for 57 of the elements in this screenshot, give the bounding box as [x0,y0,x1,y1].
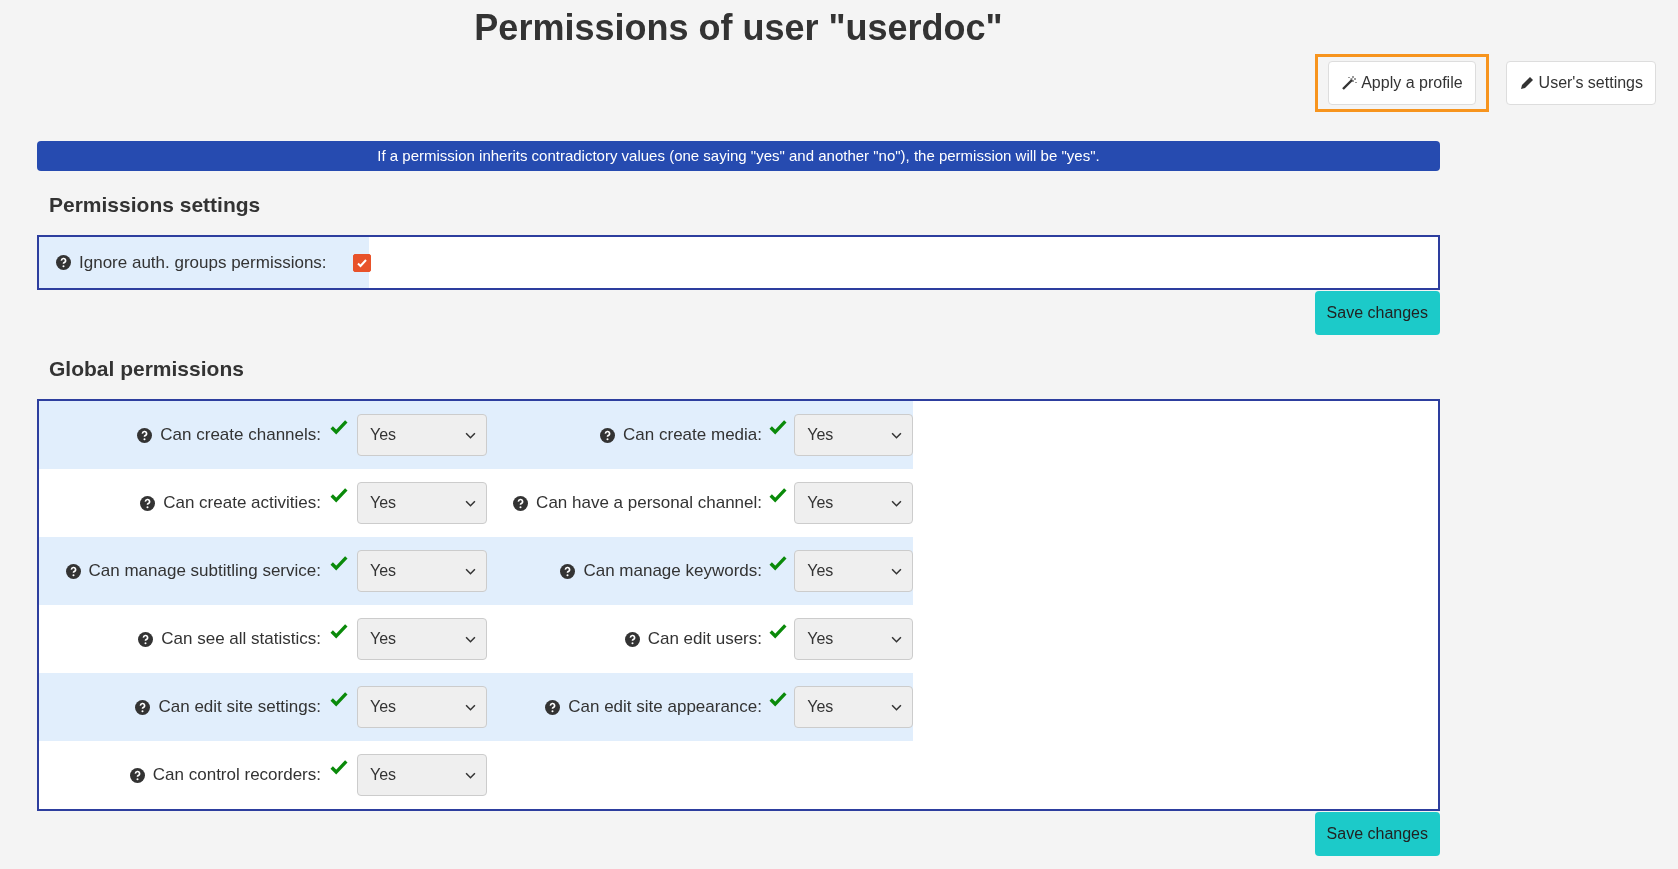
chevron-down-icon [891,431,902,439]
permission-label: Can create activities: [163,493,321,513]
permission-label: Can edit site settings: [158,697,321,717]
checkbox[interactable] [352,253,371,272]
help-icon[interactable] [140,495,156,511]
permission-select[interactable]: Yes [794,550,913,592]
save-changes-button[interactable]: Save changes [1314,291,1440,335]
permission-select[interactable]: Yes [357,686,487,728]
help-icon[interactable] [624,631,640,647]
permission-select[interactable]: Yes [357,618,487,660]
section-heading: Global permissions [48,356,245,382]
help-icon[interactable] [135,699,151,715]
chevron-down-icon [891,567,902,575]
settings-button[interactable]: User's settings [1505,61,1656,105]
permission-label: Can manage subtitling service: [88,561,321,581]
permission-label: Can create media: [623,425,762,445]
section-heading: Permissions settings [48,192,262,218]
help-icon[interactable] [129,767,145,783]
help-icon[interactable] [138,631,154,647]
permission-select[interactable]: Yes [357,414,487,456]
permission-label: Can edit site appearance: [568,697,762,717]
chevron-down-icon [891,499,902,507]
permission-label: Can have a personal channel: [536,493,762,513]
permission-label: Can manage keywords: [583,561,762,581]
chevron-down-icon [465,499,476,507]
permission-select[interactable]: Yes [794,618,913,660]
chevron-down-icon [891,635,902,643]
info-banner: If a permission inherits contradictory values (one saying "yes" and another "no"), the permission will be "yes". [37,141,1440,171]
chevron-down-icon [465,635,476,643]
chevron-down-icon [465,431,476,439]
option-label: Ignore auth. groups permissions: [79,252,327,273]
chevron-down-icon [465,567,476,575]
magic-wand-icon [1341,75,1358,91]
permission-label: Can control recorders: [152,765,321,785]
chevron-down-icon [465,771,476,779]
pencil-icon [1518,75,1535,91]
apply-profile-button[interactable]: Apply a profile [1328,61,1476,105]
chevron-down-icon [891,703,902,711]
chevron-down-icon [465,703,476,711]
permission-select[interactable]: Yes [357,482,487,524]
save-changes-button[interactable]: Save changes [1314,812,1440,856]
help-icon[interactable] [600,427,616,443]
permission-label: Can edit users: [647,629,762,649]
permission-label: Can see all statistics: [161,629,321,649]
help-icon[interactable] [56,255,71,270]
help-icon[interactable] [65,563,81,579]
help-icon[interactable] [545,699,561,715]
permission-select[interactable]: Yes [794,414,913,456]
help-icon[interactable] [137,427,153,443]
page-title: Permissions of user "userdoc" [473,6,1004,48]
help-icon[interactable] [560,563,576,579]
permission-select[interactable]: Yes [794,686,913,728]
permission-select[interactable]: Yes [794,482,913,524]
help-icon[interactable] [513,495,529,511]
permission-label: Can create channels: [160,425,321,445]
permission-select[interactable]: Yes [357,550,487,592]
permission-select[interactable]: Yes [357,754,487,796]
